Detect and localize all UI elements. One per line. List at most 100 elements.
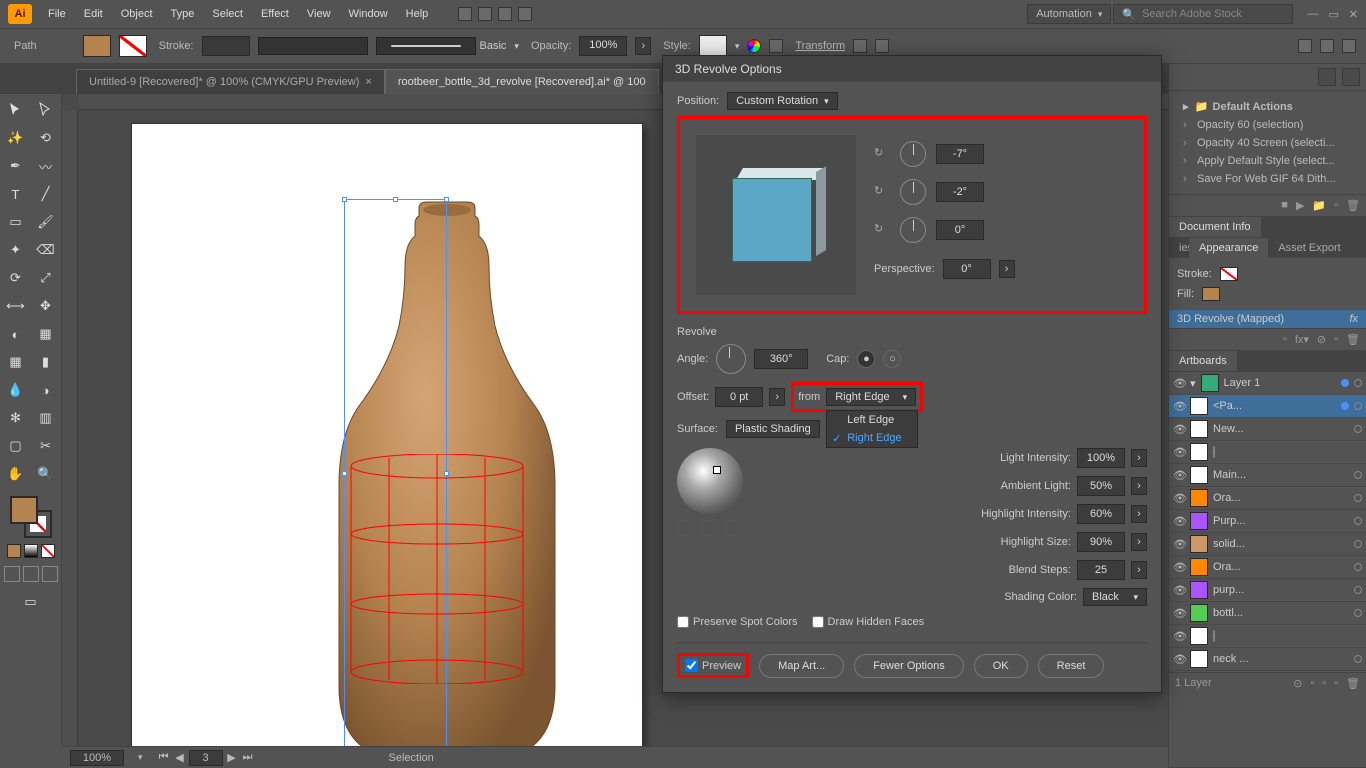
shaper-tool[interactable]: ✦	[4, 238, 28, 262]
light-point[interactable]	[713, 466, 721, 474]
layer-name[interactable]	[1213, 630, 1362, 642]
menu-effect[interactable]: Effect	[253, 4, 297, 24]
actions-set-name[interactable]: Default Actions	[1213, 101, 1293, 113]
gradient-tool[interactable]: ▮	[34, 350, 58, 374]
preserve-spot-checkbox[interactable]: Preserve Spot Colors	[677, 616, 798, 628]
angle-input[interactable]	[754, 349, 808, 369]
opacity-flyout[interactable]: ›	[635, 37, 651, 55]
artboard-tool[interactable]: ▢	[4, 434, 28, 458]
stop-icon[interactable]: ■	[1281, 199, 1288, 212]
recolor-icon[interactable]	[747, 39, 761, 53]
visibility-icon[interactable]: 👁	[1173, 515, 1185, 528]
align-icon[interactable]	[769, 39, 783, 53]
layer-name[interactable]: Ora...	[1213, 492, 1349, 504]
artboard-number[interactable]: 3	[189, 750, 223, 766]
layer-name[interactable]: purp...	[1213, 584, 1349, 596]
rectangle-tool[interactable]: ▭	[4, 210, 28, 234]
ok-button[interactable]: OK	[974, 654, 1028, 678]
graph-tool[interactable]: ▥	[34, 406, 58, 430]
map-art-button[interactable]: Map Art...	[759, 654, 844, 678]
gpu-icon[interactable]	[518, 7, 532, 21]
visibility-icon[interactable]: 👁	[1173, 584, 1185, 597]
arrange-icon[interactable]	[498, 7, 512, 21]
z-rotation-dial[interactable]	[900, 217, 926, 243]
maximize-icon[interactable]: ▭	[1328, 8, 1338, 21]
none-mode[interactable]	[41, 544, 55, 558]
rotate-tool[interactable]: ⟳	[4, 266, 28, 290]
eyedropper-tool[interactable]: 💧	[4, 378, 28, 402]
shading-color-select[interactable]: Black▾	[1083, 588, 1147, 606]
slice-tool[interactable]: ✂	[34, 434, 58, 458]
lighting-sphere[interactable]	[677, 448, 743, 514]
layer-row[interactable]: 👁Purp...	[1169, 510, 1366, 533]
offset-input[interactable]	[715, 387, 763, 407]
fewer-options-button[interactable]: Fewer Options	[854, 654, 964, 678]
surface-select[interactable]: Plastic Shading	[726, 420, 820, 438]
minimize-icon[interactable]: —	[1307, 8, 1318, 21]
perspective-input[interactable]	[943, 259, 991, 279]
menu-view[interactable]: View	[299, 4, 339, 24]
offset-stepper[interactable]: ›	[769, 388, 785, 406]
appearance-stroke-swatch[interactable]	[1220, 267, 1238, 281]
panel-collapse-icon[interactable]	[1342, 68, 1360, 86]
move-light-back-icon[interactable]	[677, 520, 695, 536]
rotation-preview-cube[interactable]	[696, 135, 856, 295]
layer-name[interactable]: New...	[1213, 423, 1349, 435]
menu-select[interactable]: Select	[204, 4, 251, 24]
layer-row[interactable]: 👁Ora...	[1169, 556, 1366, 579]
ambient-input[interactable]	[1077, 476, 1125, 496]
z-rotation-input[interactable]	[936, 220, 984, 240]
search-stock-input[interactable]: 🔍Search Adobe Stock	[1113, 4, 1293, 24]
layer-name[interactable]: Main...	[1213, 469, 1349, 481]
variable-width-profile[interactable]	[258, 37, 368, 55]
tab-asset-export[interactable]: Asset Export	[1268, 238, 1350, 258]
action-item[interactable]: Opacity 60 (selection)	[1197, 119, 1303, 131]
visibility-icon[interactable]: 👁	[1173, 653, 1185, 666]
bridge-icon[interactable]	[458, 7, 472, 21]
layer-row[interactable]: 👁Main...	[1169, 464, 1366, 487]
cap-on-button[interactable]: ●	[857, 350, 875, 368]
layer-row[interactable]: 👁	[1169, 625, 1366, 648]
trash-icon[interactable]: 🗑	[1346, 677, 1360, 690]
layer-row[interactable]: 👁 bottl...	[1169, 602, 1366, 625]
visibility-icon[interactable]: 👁	[1173, 377, 1185, 390]
brush-definition[interactable]	[376, 37, 476, 55]
menu-file[interactable]: File	[40, 4, 74, 24]
gradient-mode[interactable]	[24, 544, 38, 558]
fill-indicator[interactable]	[10, 496, 38, 524]
dropdown-option-right[interactable]: Right Edge	[827, 429, 917, 447]
stroke-weight-input[interactable]	[202, 36, 250, 56]
visibility-icon[interactable]: 👁	[1173, 607, 1185, 620]
transform-link[interactable]: Transform	[795, 40, 845, 52]
new-layer-icon[interactable]: ▫	[1334, 677, 1338, 690]
layer-row[interactable]: 👁New...	[1169, 418, 1366, 441]
width-tool[interactable]: ⟷	[4, 294, 28, 318]
hand-tool[interactable]: ✋	[4, 462, 28, 486]
new-art-icon[interactable]: ▫	[1283, 333, 1287, 346]
scale-tool[interactable]: ⤢	[34, 266, 58, 290]
visibility-icon[interactable]: 👁	[1173, 561, 1185, 574]
tab-artboards[interactable]: Artboards	[1169, 351, 1237, 371]
shape-icon[interactable]	[875, 39, 889, 53]
layer-name[interactable]: bottl...	[1213, 607, 1349, 619]
reset-button[interactable]: Reset	[1038, 654, 1105, 678]
stepper[interactable]: ›	[1131, 477, 1147, 495]
dropdown-option-left[interactable]: Left Edge	[827, 411, 917, 429]
menu-object[interactable]: Object	[113, 4, 161, 24]
y-rotation-input[interactable]	[936, 182, 984, 202]
menu-window[interactable]: Window	[341, 4, 396, 24]
action-item[interactable]: Save For Web GIF 64 Dith...	[1197, 173, 1336, 185]
hidden-faces-checkbox[interactable]: Draw Hidden Faces	[812, 616, 925, 628]
panel-collapse-icon[interactable]	[1318, 68, 1336, 86]
tab-close-icon[interactable]: ×	[365, 76, 371, 88]
doc-tab-1[interactable]: rootbeer_bottle_3d_revolve [Recovered].a…	[385, 69, 659, 94]
cap-off-button[interactable]: ○	[883, 350, 901, 368]
layer-name[interactable]: Layer 1	[1224, 377, 1336, 389]
position-select[interactable]: Custom Rotation▾	[727, 92, 837, 110]
next-artboard[interactable]: ▶	[225, 751, 239, 764]
blend-input[interactable]	[1077, 560, 1125, 580]
angle-dial[interactable]	[716, 344, 746, 374]
layer-row[interactable]: 👁▾Layer 1	[1169, 372, 1366, 395]
layer-name[interactable]: neck ...	[1213, 653, 1349, 665]
preferences-icon[interactable]	[1320, 39, 1334, 53]
